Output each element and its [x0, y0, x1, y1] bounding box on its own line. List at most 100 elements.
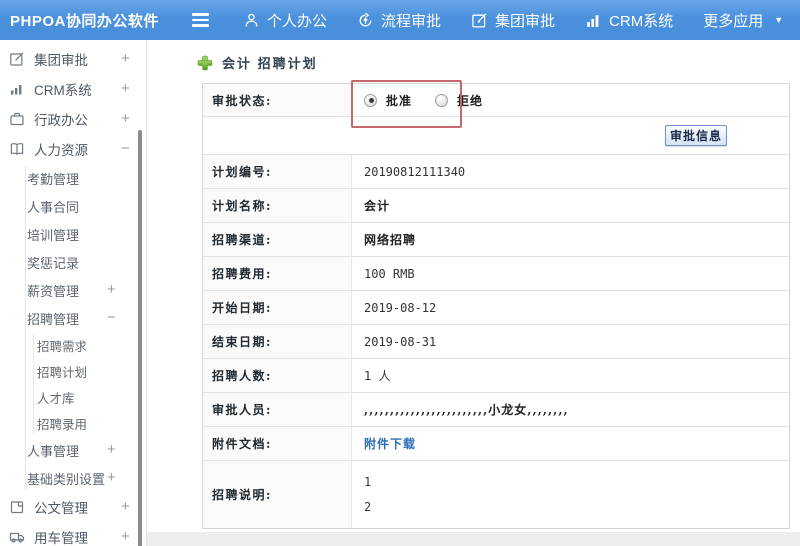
approval-radio-group: 批准 拒绝 [364, 92, 497, 109]
reject-radio[interactable] [435, 93, 449, 107]
expand-icon[interactable]: − [107, 309, 116, 326]
expand-icon[interactable]: − [121, 140, 130, 157]
sidebar-item-hr-contract[interactable]: 人事合同 [0, 192, 146, 220]
page-title: 会计 招聘计划 [222, 56, 318, 71]
field-row-approvers: 审批人员: ,,,,,,,,,,,,,,,,,,,,,,,,小龙女,,,,,,,… [203, 392, 789, 426]
attachment-download-link[interactable]: 附件下载 [364, 435, 416, 452]
field-value: 20190812111340 [364, 164, 466, 179]
field-label: 招聘说明: [203, 461, 352, 528]
field-value: 2019-08-12 [364, 300, 437, 315]
sidebar-item-label: 用车管理 [34, 531, 88, 546]
briefcase-icon [9, 111, 26, 127]
sidebar-item-label: 行政办公 [34, 113, 88, 128]
group-approval-icon [471, 12, 488, 29]
nav-more-apps[interactable]: 更多应用 ▼ [703, 10, 783, 31]
nav-process-approval[interactable]: 流程审批 [357, 10, 441, 31]
field-row-plan-name: 计划名称: 会计 [203, 188, 789, 222]
approve-radio[interactable] [364, 93, 377, 107]
sidebar-item-label: 人才库 [37, 391, 75, 406]
field-label: 招聘人数: [203, 359, 352, 392]
field-row-headcount: 招聘人数: 1 人 [203, 358, 789, 392]
expand-icon[interactable]: + [107, 441, 116, 458]
truck-icon [9, 529, 26, 545]
field-label: 计划编号: [203, 155, 352, 188]
sidebar-scrollbar[interactable] [138, 130, 142, 546]
sidebar-item-label: 培训管理 [27, 227, 80, 243]
expand-icon[interactable]: + [107, 281, 116, 298]
nav-group-approval[interactable]: 集团审批 [471, 10, 555, 31]
app-logo: PHPOA协同办公软件 [10, 12, 159, 30]
approval-info-button[interactable]: 审批信息 [665, 125, 727, 146]
caret-down-icon: ▼ [774, 15, 784, 25]
approve-radio-label: 批准 [386, 93, 413, 108]
sidebar-item-recruit-demand[interactable]: 招聘需求 [0, 332, 146, 358]
page-title-row: 会计 招聘计划 [197, 53, 800, 72]
expand-icon[interactable]: + [121, 528, 130, 545]
sidebar-item-label: 人力资源 [34, 143, 88, 158]
field-label: 招聘渠道: [203, 223, 352, 256]
crm-chart-icon [585, 12, 602, 29]
field-row-recruit-channel: 招聘渠道: 网络招聘 [203, 222, 789, 256]
user-icon [243, 12, 260, 29]
expand-icon[interactable]: + [121, 498, 130, 515]
sidebar-item-admin-office[interactable]: 行政办公 + [0, 104, 146, 134]
field-row-start-date: 开始日期: 2019-08-12 [203, 290, 789, 324]
sidebar-item-document-mgmt[interactable]: 公文管理 + [0, 492, 146, 522]
field-row-description: 招聘说明: 1 2 [203, 460, 789, 528]
sidebar-item-label: 招聘计划 [37, 365, 88, 380]
nav-label: CRM系统 [609, 12, 674, 30]
sidebar-item-talent-pool[interactable]: 人才库 [0, 384, 146, 410]
field-value: 会计 [364, 199, 391, 213]
approval-status-cell: 批准 拒绝 [352, 84, 789, 116]
nav-label: 集团审批 [495, 12, 556, 30]
process-approval-icon [357, 12, 374, 29]
expand-icon[interactable]: + [121, 110, 130, 127]
bar-chart-icon [9, 81, 26, 97]
sidebar-item-personnel-mgmt[interactable]: 人事管理 + [0, 436, 146, 464]
recruit-plan-detail-table: 审批状态: 批准 拒绝 审批信息 计划编号: 20190812111340 计划… [202, 83, 790, 529]
sidebar-item-label: CRM系统 [34, 83, 92, 98]
sidebar-item-attendance[interactable]: 考勤管理 [0, 164, 146, 192]
sidebar-item-rewards[interactable]: 奖惩记录 [0, 248, 146, 276]
sidebar-item-crm[interactable]: CRM系统 + [0, 74, 146, 104]
sidebar-item-salary[interactable]: 薪资管理 + [0, 276, 146, 304]
sidebar-item-label: 招聘需求 [37, 339, 88, 354]
field-row-plan-no: 计划编号: 20190812111340 [203, 154, 789, 188]
sidebar-item-training[interactable]: 培训管理 [0, 220, 146, 248]
nav-crm-system[interactable]: CRM系统 [585, 10, 673, 31]
plus-icon [197, 55, 213, 71]
sidebar-item-label: 基础类别设置 [27, 471, 106, 487]
sidebar-item-hr[interactable]: 人力资源 − [0, 134, 146, 164]
sidebar-item-group-approval[interactable]: 集团审批 + [0, 44, 146, 74]
sidebar-item-label: 招聘管理 [27, 311, 80, 327]
field-row-recruit-cost: 招聘费用: 100 RMB [203, 256, 789, 290]
sidebar-item-label: 考勤管理 [27, 171, 80, 187]
field-label: 计划名称: [203, 189, 352, 222]
recruit-submenu: 招聘需求 招聘计划 人才库 招聘录用 [0, 332, 146, 436]
field-label: 开始日期: [203, 291, 352, 324]
nav-label: 更多应用 [703, 12, 764, 30]
field-row-end-date: 结束日期: 2019-08-31 [203, 324, 789, 358]
sidebar-item-recruit-mgmt[interactable]: 招聘管理 − [0, 304, 146, 332]
hr-submenu: 考勤管理 人事合同 培训管理 奖惩记录 薪资管理 + 招聘管理 − 招聘需求 招… [0, 164, 146, 492]
bottom-strip [147, 532, 800, 546]
field-label: 审批状态: [203, 84, 352, 116]
field-label: 结束日期: [203, 325, 352, 358]
expand-icon[interactable]: + [107, 469, 116, 486]
nav-label: 个人办公 [267, 12, 328, 30]
field-value: 2019-08-31 [364, 334, 437, 349]
sidebar-item-base-category[interactable]: 基础类别设置 + [0, 464, 146, 492]
book-icon [9, 141, 26, 157]
expand-icon[interactable]: + [121, 50, 130, 67]
sidebar-item-vehicle-mgmt[interactable]: 用车管理 + [0, 522, 146, 546]
expand-icon[interactable]: + [121, 80, 130, 97]
field-label: 审批人员: [203, 393, 352, 426]
reject-radio-label: 拒绝 [457, 93, 484, 108]
sidebar-item-recruit-hire[interactable]: 招聘录用 [0, 410, 146, 436]
sidebar-item-label: 奖惩记录 [27, 255, 80, 271]
main-content: 会计 招聘计划 审批状态: 批准 拒绝 审批信息 计划编号: 201908121… [147, 40, 800, 546]
sidebar-item-label: 人事管理 [27, 443, 80, 459]
nav-personal-office[interactable]: 个人办公 [243, 10, 327, 31]
hamburger-icon[interactable] [192, 13, 209, 27]
sidebar-item-recruit-plan[interactable]: 招聘计划 [0, 358, 146, 384]
